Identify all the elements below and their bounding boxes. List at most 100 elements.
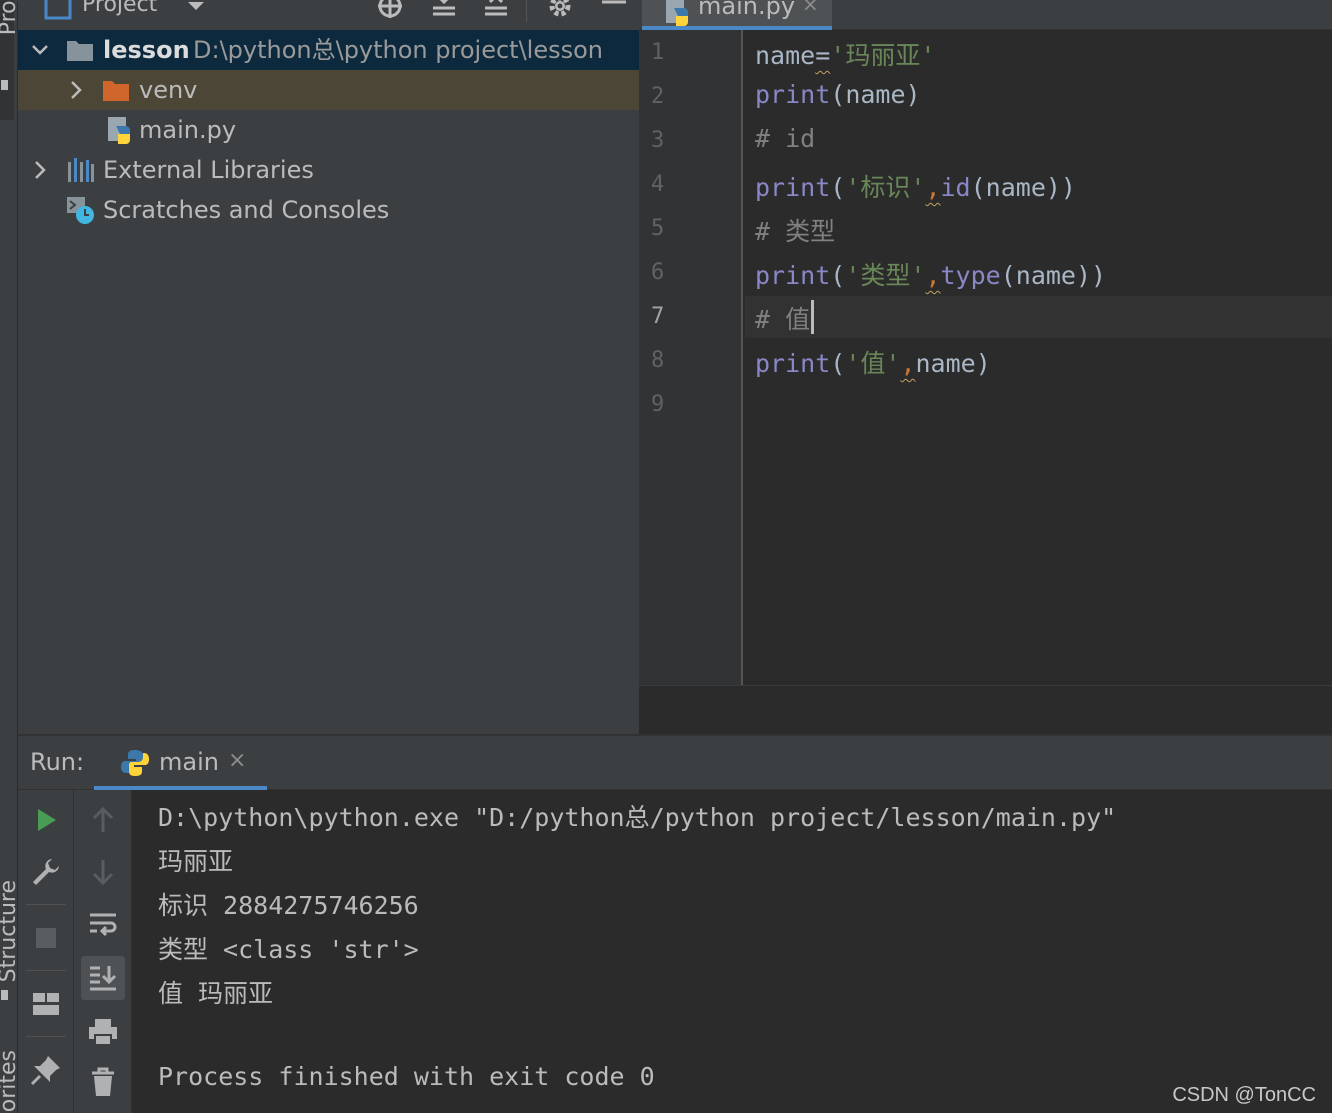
restore-layout-icon[interactable]: [30, 988, 62, 1020]
code-builtin: print: [755, 261, 831, 290]
code-editor[interactable]: name='玛丽亚' print(name) # id print('标识',i…: [745, 30, 1332, 685]
library-icon: [68, 158, 94, 182]
pin-icon[interactable]: [30, 1054, 62, 1086]
line-number: 3: [651, 128, 665, 153]
code-token: (: [830, 80, 846, 109]
gear-icon[interactable]: [546, 0, 574, 22]
line-number: 2: [651, 84, 665, 109]
tree-item-main-py[interactable]: main.py: [18, 110, 639, 150]
scratches-icon: [67, 197, 94, 224]
line-number-active: 7: [651, 304, 665, 329]
line-number: 6: [651, 260, 665, 285]
editor-breadcrumb-bar: [639, 685, 1332, 734]
code-builtin: print: [755, 349, 831, 378]
tree-item-label: venv: [139, 76, 198, 104]
console-line: D:\python\python.exe "D:/python总/python …: [158, 803, 1117, 832]
console-line: 标识 2884275746256: [158, 891, 419, 920]
line-number: 1: [651, 40, 665, 65]
code-builtin: print: [755, 173, 831, 202]
locate-file-icon[interactable]: [376, 0, 404, 22]
python-file-icon: [108, 117, 130, 144]
console-line: 玛丽亚: [158, 847, 234, 876]
close-icon[interactable]: ×: [228, 748, 246, 773]
code-string: '类型': [845, 261, 926, 290]
code-line-3: # id: [755, 124, 816, 153]
run-tab-main[interactable]: main ×: [94, 736, 267, 790]
code-token: name: [755, 41, 816, 70]
code-builtin: print: [755, 80, 831, 109]
text-caret: [811, 300, 815, 334]
tab-label: main.py: [698, 0, 796, 20]
soft-wrap-icon[interactable]: [87, 908, 119, 940]
code-token: (name)): [1000, 261, 1107, 290]
console-line: 类型 <class 'str'>: [158, 935, 419, 964]
scroll-to-end-button[interactable]: [81, 956, 125, 1000]
code-token: ,: [925, 261, 941, 290]
line-number: 4: [651, 172, 665, 197]
project-strip-icon: [1, 80, 8, 90]
header-divider: [526, 0, 527, 22]
project-view-icon: [44, 0, 72, 20]
collapse-all-icon[interactable]: [482, 0, 510, 22]
code-line-5: # 类型: [755, 217, 836, 246]
chevron-right-icon[interactable]: [68, 81, 84, 99]
tree-item-label: main.py: [139, 116, 237, 144]
tree-item-lesson[interactable]: lesson D:\python总\python project\lesson: [18, 30, 639, 70]
run-label: Run:: [30, 748, 85, 776]
tree-item-label: Scratches and Consoles: [103, 196, 390, 224]
code-token: =: [815, 41, 831, 70]
print-icon[interactable]: [87, 1016, 119, 1048]
tree-item-venv[interactable]: venv: [18, 70, 639, 110]
close-icon[interactable]: ×: [802, 0, 819, 16]
line-number: 8: [651, 348, 665, 373]
code-token: ,: [900, 349, 916, 378]
arrow-down-icon[interactable]: [87, 856, 119, 888]
expand-all-icon[interactable]: [430, 0, 458, 22]
stop-icon[interactable]: [30, 922, 62, 954]
run-toolbar-primary: [18, 790, 74, 1113]
code-token: name: [845, 80, 906, 109]
code-string: '标识': [845, 173, 926, 202]
line-number: 9: [651, 392, 665, 417]
run-panel: Run: main × D:\python\python.exe "D:/pyt…: [18, 734, 1332, 1113]
rerun-icon[interactable]: [30, 804, 62, 836]
line-number-gutter: 1 2 3 4 5 6 7 8 9: [639, 30, 743, 685]
tree-item-label: External Libraries: [103, 156, 314, 184]
trash-icon[interactable]: [87, 1066, 119, 1098]
wrench-icon[interactable]: [30, 856, 62, 888]
console-output[interactable]: D:\python\python.exe "D:/python总/python …: [132, 790, 1332, 1113]
project-view-title[interactable]: Project: [82, 0, 157, 17]
editor-tab-bar: main.py ×: [639, 0, 1332, 30]
chevron-down-icon[interactable]: [32, 41, 48, 59]
tree-item-scratches[interactable]: Scratches and Consoles: [18, 190, 639, 230]
code-builtin: id: [940, 173, 971, 202]
code-line-1: name='玛丽亚': [755, 36, 935, 72]
toolbar-separator: [26, 970, 66, 971]
project-header: Project: [18, 0, 639, 30]
tree-item-external-libraries[interactable]: External Libraries: [18, 150, 639, 190]
code-line-8: print('值',name): [755, 344, 991, 380]
code-token: (name)): [970, 173, 1076, 202]
project-panel: Project lesson D:\python总\python project…: [18, 0, 639, 734]
python-icon: [121, 750, 149, 776]
console-line: Process finished with exit code 0: [158, 1062, 655, 1091]
code-token: ): [905, 80, 921, 109]
left-tool-strip: Project Structure Favorites: [0, 0, 21, 1113]
tab-main-py[interactable]: main.py ×: [642, 0, 832, 30]
code-builtin: type: [940, 261, 1001, 290]
line-number: 5: [651, 216, 665, 241]
watermark: CSDN @TonCC: [1172, 1084, 1316, 1106]
chevron-down-icon[interactable]: [182, 0, 210, 22]
project-tool-window-button[interactable]: Project: [0, 0, 21, 120]
chevron-right-icon[interactable]: [32, 161, 48, 179]
code-line-6: print('类型',type(name)): [755, 256, 1106, 292]
hide-panel-icon[interactable]: [600, 0, 628, 22]
run-tab-label: main: [159, 748, 219, 776]
code-string: '值': [845, 349, 901, 378]
code-token: (: [830, 173, 846, 202]
code-line-7: # 值: [755, 300, 815, 336]
arrow-up-icon[interactable]: [87, 804, 119, 836]
console-line: 值 玛丽亚: [158, 979, 274, 1008]
code-token: name): [915, 349, 991, 378]
code-string: '玛丽亚': [830, 41, 936, 70]
